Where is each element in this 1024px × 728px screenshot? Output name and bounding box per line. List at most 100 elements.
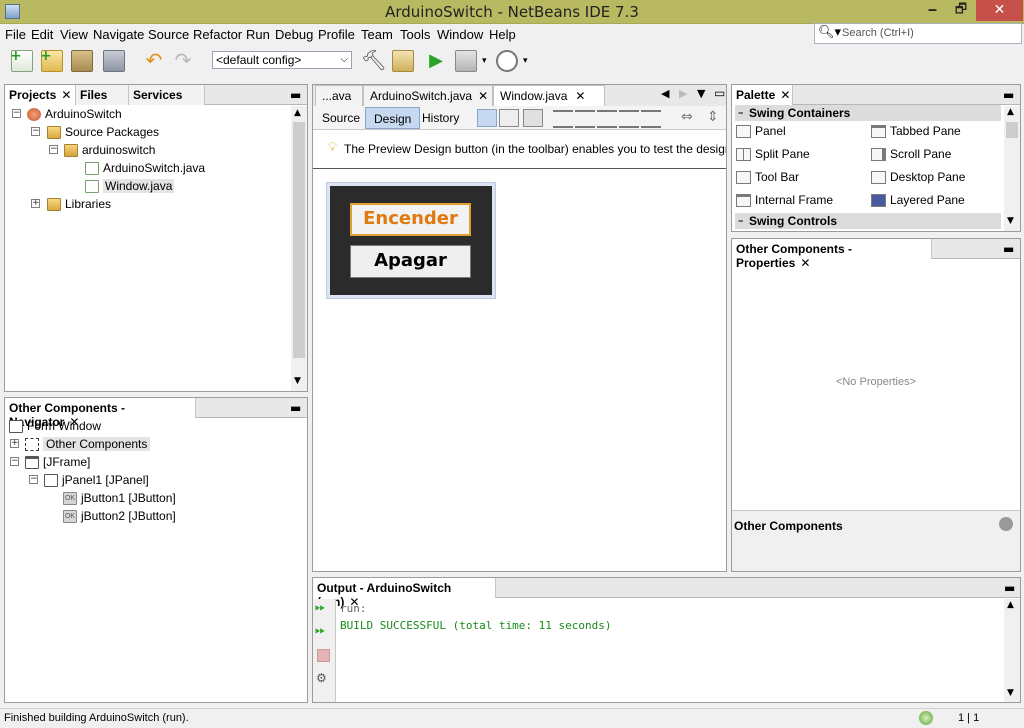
debug-icon[interactable]	[455, 50, 477, 72]
tab-files[interactable]: Files	[76, 85, 129, 105]
menu-refactor[interactable]: Refactor	[193, 27, 242, 42]
profile-dropdown-icon[interactable]: ▾	[523, 56, 528, 66]
scrollbar-thumb[interactable]	[1006, 122, 1018, 138]
tree-jpanel[interactable]: jPanel1 [JPanel]	[44, 471, 149, 489]
encender-button[interactable]: Encender	[350, 203, 471, 236]
palette-section-swing-controls[interactable]: − Swing Controls	[735, 213, 1001, 229]
search-input[interactable]: 🔍︎▾ Search (Ctrl+I)	[814, 23, 1022, 44]
close-icon[interactable]: ✕	[61, 88, 71, 102]
menu-debug[interactable]: Debug	[275, 27, 313, 42]
tab-source[interactable]: Source	[314, 107, 368, 129]
expand-icon[interactable]: +	[10, 439, 19, 448]
tree-libraries[interactable]: Libraries	[47, 195, 111, 213]
menu-help[interactable]: Help	[489, 27, 516, 42]
connection-mode-icon[interactable]	[499, 109, 519, 127]
palette-scrollbar[interactable]: ▲ ▼	[1004, 106, 1020, 231]
new-project-icon[interactable]: +	[40, 48, 63, 72]
tree-jbutton1[interactable]: OK jButton1 [JButton]	[63, 489, 176, 507]
menu-view[interactable]: View	[60, 27, 88, 42]
menu-window[interactable]: Window	[437, 27, 483, 42]
jpanel-preview[interactable]: Encender Apagar	[330, 186, 492, 295]
minimize-panel-icon[interactable]: ▬	[1004, 581, 1015, 595]
tab-services[interactable]: Services	[129, 85, 205, 105]
palette-item-scroll-pane[interactable]: Scroll Pane	[871, 144, 951, 164]
redo-icon[interactable]: ↷	[172, 50, 194, 72]
collapse-icon[interactable]: −	[29, 475, 38, 484]
menu-edit[interactable]: Edit	[31, 27, 53, 42]
selection-mode-icon[interactable]	[477, 109, 497, 127]
palette-item-split-pane[interactable]: Split Pane	[736, 144, 810, 164]
collapse-icon[interactable]: −	[12, 109, 21, 118]
menu-team[interactable]: Team	[361, 27, 393, 42]
tab-palette[interactable]: Palette ✕	[732, 85, 793, 105]
profile-icon[interactable]	[496, 50, 518, 72]
vertical-resize-icon[interactable]: ⇕	[707, 109, 719, 125]
minimize-button[interactable]: 🗕	[919, 0, 946, 21]
close-icon[interactable]: ✕	[780, 88, 790, 102]
help-icon[interactable]	[999, 517, 1013, 531]
align-top-icon[interactable]	[619, 110, 639, 128]
collapse-icon[interactable]: −	[49, 145, 58, 154]
palette-section-swing-containers[interactable]: − Swing Containers	[735, 105, 1001, 121]
palette-item-internal-frame[interactable]: Internal Frame	[736, 190, 833, 210]
projects-scrollbar[interactable]: ▲ ▼	[291, 106, 307, 391]
close-icon[interactable]: ✕	[478, 89, 488, 103]
debug-dropdown-icon[interactable]: ▾	[482, 56, 487, 66]
minimize-panel-icon[interactable]: ▬	[290, 401, 301, 415]
collapse-icon[interactable]: −	[10, 457, 19, 466]
tab-history[interactable]: History	[414, 107, 467, 129]
horizontal-resize-icon[interactable]: ⇔	[681, 109, 693, 125]
menu-profile[interactable]: Profile	[318, 27, 355, 42]
new-file-icon[interactable]: +	[10, 48, 33, 72]
tab-design[interactable]: Design	[365, 107, 421, 129]
palette-item-panel[interactable]: Panel	[736, 121, 786, 141]
build-hammer-icon[interactable]: 🔨︎	[361, 50, 386, 72]
tree-jframe[interactable]: [JFrame]	[25, 453, 90, 471]
tab-arduinoswitch-java[interactable]: ArduinoSwitch.java ✕	[363, 85, 493, 106]
palette-item-tabbed-pane[interactable]: Tabbed Pane	[871, 121, 961, 141]
open-project-icon[interactable]	[71, 50, 93, 72]
tree-form-window[interactable]: Form Window	[9, 417, 101, 435]
palette-item-tool-bar[interactable]: Tool Bar	[736, 167, 799, 187]
menu-run[interactable]: Run	[246, 27, 270, 42]
center-horizontally-icon[interactable]	[597, 110, 617, 128]
tree-file-window[interactable]: Window.java	[85, 177, 175, 195]
clean-build-icon[interactable]	[392, 50, 414, 72]
update-available-icon[interactable]	[919, 711, 933, 725]
menu-file[interactable]: File	[5, 27, 26, 42]
align-left-icon[interactable]	[553, 110, 573, 128]
tab-window-java[interactable]: Window.java ✕	[493, 85, 605, 106]
align-right-icon[interactable]	[575, 110, 595, 128]
close-icon[interactable]: ✕	[575, 89, 585, 103]
tab-output[interactable]: Output - ArduinoSwitch (run)✕	[313, 578, 496, 609]
save-all-icon[interactable]	[103, 50, 125, 72]
rerun-icon[interactable]: ⏩︎	[315, 600, 325, 615]
tree-file-arduinoswitch[interactable]: ArduinoSwitch.java	[85, 159, 205, 177]
collapse-icon[interactable]: −	[31, 127, 40, 136]
tree-source-packages[interactable]: Source Packages	[47, 123, 159, 141]
palette-item-desktop-pane[interactable]: Desktop Pane	[871, 167, 965, 187]
preview-design-icon[interactable]	[523, 109, 543, 127]
undo-icon[interactable]: ↶	[143, 50, 165, 72]
menu-source[interactable]: Source	[148, 27, 189, 42]
rerun-with-params-icon[interactable]: ⏩︎	[315, 623, 325, 638]
menu-tools[interactable]: Tools	[400, 27, 430, 42]
tree-package[interactable]: arduinoswitch	[64, 141, 155, 159]
scrollbar-thumb[interactable]	[293, 122, 305, 358]
close-button[interactable]: ✕	[976, 0, 1023, 21]
tree-jbutton2[interactable]: OK jButton2 [JButton]	[63, 507, 176, 525]
minimize-panel-icon[interactable]: ▬	[1003, 242, 1014, 256]
palette-item-layered-pane[interactable]: Layered Pane	[871, 190, 965, 210]
expand-icon[interactable]: +	[31, 199, 40, 208]
settings-icon[interactable]: ⚙︎	[316, 671, 327, 685]
stop-icon[interactable]	[317, 649, 330, 662]
output-scrollbar[interactable]: ▲ ▼	[1004, 599, 1020, 702]
run-icon[interactable]: ▶	[425, 50, 447, 72]
close-icon[interactable]: ✕	[800, 256, 810, 270]
align-bottom-icon[interactable]	[641, 110, 661, 128]
scroll-right-icon[interactable]: ▶	[679, 87, 687, 100]
tab-properties[interactable]: Other Components - Properties ✕	[732, 239, 932, 270]
maximize-editor-icon[interactable]: ▭	[714, 86, 725, 100]
minimize-panel-icon[interactable]: ▬	[1003, 88, 1014, 102]
tab-list-icon[interactable]: ▼	[697, 87, 705, 100]
